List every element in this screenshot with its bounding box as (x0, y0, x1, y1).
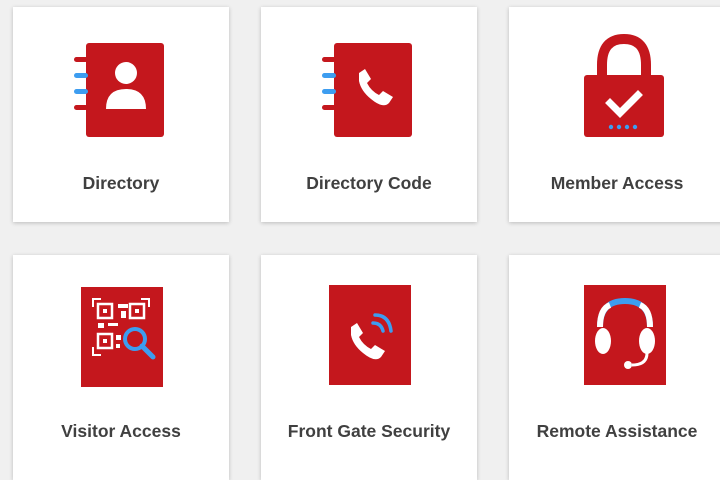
tile-member-access[interactable]: Member Access (509, 7, 720, 222)
phone-ringing-icon (329, 285, 411, 385)
tile-directory[interactable]: Directory (13, 7, 229, 222)
tile-front-gate-security[interactable]: Front Gate Security (261, 255, 477, 480)
tile-label-front-gate-security: Front Gate Security (287, 421, 451, 441)
tile-directory-code[interactable]: Directory Code (261, 7, 477, 222)
tile-label-directory: Directory (82, 173, 160, 193)
address-book-person-icon (74, 43, 164, 137)
tile-visitor-access[interactable]: Visitor Access (13, 255, 229, 480)
address-book-phone-icon (322, 43, 412, 137)
tile-label-member-access: Member Access (550, 173, 684, 193)
tile-label-visitor-access: Visitor Access (61, 421, 181, 441)
tile-remote-assistance[interactable]: Remote Assistance (509, 255, 720, 480)
qr-code-search-icon (81, 287, 163, 387)
headset-icon (584, 285, 666, 385)
tile-label-remote-assistance: Remote Assistance (536, 421, 698, 441)
tile-label-directory-code: Directory Code (306, 173, 432, 193)
padlock-check-icon (584, 33, 664, 137)
